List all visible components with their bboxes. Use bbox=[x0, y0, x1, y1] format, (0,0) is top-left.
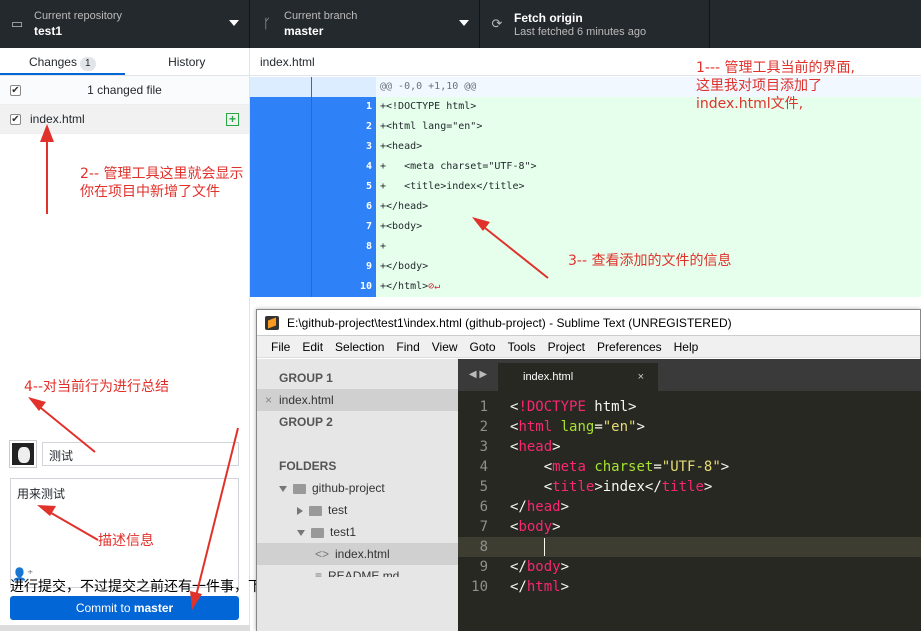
tree-file-readme[interactable]: ≡ README.md bbox=[257, 565, 458, 577]
current-repository-button[interactable]: ▭ Current repository test1 bbox=[0, 0, 250, 48]
group-1-label: GROUP 1 bbox=[279, 371, 333, 385]
sublime-title-bar: E:\github-project\test1\index.html (gith… bbox=[257, 310, 920, 336]
sublime-sidebar: GROUP 1 × index.html GROUP 2 FOLDERS gith… bbox=[257, 359, 458, 631]
editor-tab[interactable]: index.html × bbox=[498, 363, 658, 391]
branch-label: Current branch bbox=[284, 10, 358, 22]
tree-folder-test[interactable]: test bbox=[257, 499, 458, 521]
menu-help[interactable]: Help bbox=[668, 336, 705, 357]
annotation-1: 1--- 管理工具当前的界面, 这里我对项目添加了 index.html文件, bbox=[696, 60, 855, 112]
sidebar-tabs: Changes 1 History bbox=[0, 48, 249, 76]
repo-label: Current repository bbox=[34, 10, 123, 22]
commit-button[interactable]: Commit to master bbox=[10, 596, 239, 620]
tab-changes[interactable]: Changes 1 bbox=[0, 48, 125, 75]
file-checkbox[interactable]: ✔ bbox=[10, 113, 21, 125]
sublime-title: E:\github-project\test1\index.html (gith… bbox=[287, 316, 732, 330]
fetch-title: Fetch origin bbox=[514, 11, 583, 25]
code-file-icon: <> bbox=[315, 547, 330, 561]
editor-tab-label: index.html bbox=[523, 371, 574, 383]
current-branch-button[interactable]: ᚴ Current branch master bbox=[250, 0, 480, 48]
file-added-icon: + bbox=[226, 113, 239, 126]
toolbar: ▭ Current repository test1 ᚴ Current bra… bbox=[0, 0, 921, 48]
tab-changes-label: Changes bbox=[28, 55, 77, 69]
commit-summary: 测试 bbox=[9, 440, 239, 468]
branch-icon: ᚴ bbox=[263, 16, 271, 31]
menu-goto[interactable]: Goto bbox=[464, 336, 502, 357]
open-file-item[interactable]: × index.html bbox=[257, 389, 458, 411]
annotation-5: 描述信息 bbox=[98, 533, 154, 549]
text-file-icon: ≡ bbox=[315, 569, 323, 577]
commit-button-branch: master bbox=[133, 601, 174, 615]
branch-value: master bbox=[284, 24, 324, 38]
group-2-label: GROUP 2 bbox=[279, 415, 333, 429]
folders-label: FOLDERS bbox=[279, 459, 337, 473]
file-name: index.html bbox=[30, 112, 85, 126]
diff-line: 4 + <meta charset="UTF-8"> bbox=[250, 157, 921, 177]
chevron-down-icon bbox=[459, 20, 469, 26]
tab-history-label: History bbox=[168, 55, 206, 69]
code-area[interactable]: 1 <!DOCTYPE html> 2 <html lang="en"> 3 <hea… bbox=[458, 397, 921, 597]
sublime-logo-icon bbox=[265, 316, 279, 330]
folder-icon bbox=[293, 483, 306, 494]
diff-line: 2 +<html lang="en"> bbox=[250, 117, 921, 137]
repo-value: test1 bbox=[34, 24, 63, 38]
sync-icon: ⟳ bbox=[491, 16, 503, 31]
changed-files-summary: 1 changed file bbox=[87, 83, 162, 97]
menu-selection[interactable]: Selection bbox=[329, 336, 390, 357]
chevron-down-icon bbox=[297, 529, 305, 536]
fetch-origin-button[interactable]: ⟳ Fetch origin Last fetched 6 minutes ag… bbox=[480, 0, 710, 48]
diff-line: 10 +</html>⊘↵ bbox=[250, 277, 921, 297]
chevron-right-icon bbox=[297, 506, 303, 515]
diff-line: 7 +<body> bbox=[250, 217, 921, 237]
sublime-editor[interactable]: ◀ ▶ index.html × 1 <!DOCTYPE html> 2 <html… bbox=[458, 359, 921, 631]
menu-find[interactable]: Find bbox=[390, 336, 425, 357]
diff-line: 6 +</head> bbox=[250, 197, 921, 217]
folder-icon bbox=[309, 505, 322, 516]
close-icon[interactable]: × bbox=[638, 363, 644, 391]
commit-summary-input[interactable]: 测试 bbox=[42, 442, 239, 466]
commit-button-prefix: Commit to bbox=[75, 601, 134, 615]
sublime-window: E:\github-project\test1\index.html (gith… bbox=[256, 309, 921, 631]
tree-folder-github-project[interactable]: github-project bbox=[257, 477, 458, 499]
tab-history[interactable]: History bbox=[125, 48, 250, 75]
editor-tab-bar: ◀ ▶ index.html × bbox=[458, 359, 921, 391]
annotation-2: 2-- 管理工具这里就会显示 你在项目中新增了文件 bbox=[80, 166, 244, 200]
menu-preferences[interactable]: Preferences bbox=[591, 336, 668, 357]
text-cursor bbox=[543, 538, 545, 556]
menu-tools[interactable]: Tools bbox=[502, 336, 542, 357]
select-all-checkbox[interactable]: ✔ bbox=[10, 84, 21, 96]
diff-line: 3 +<head> bbox=[250, 137, 921, 157]
menu-project[interactable]: Project bbox=[542, 336, 591, 357]
fetch-subtitle: Last fetched 6 minutes ago bbox=[514, 26, 647, 38]
chevron-down-icon bbox=[279, 485, 287, 492]
changes-count-badge: 1 bbox=[79, 57, 96, 71]
annotation-3: 3-- 查看添加的文件的信息 bbox=[568, 253, 732, 269]
tab-nav-arrows-icon[interactable]: ◀ ▶ bbox=[458, 360, 498, 390]
chevron-down-icon bbox=[229, 20, 239, 26]
menu-view[interactable]: View bbox=[426, 336, 464, 357]
annotation-4: 4--对当前行为进行总结 bbox=[24, 379, 170, 395]
diff-line: 5 + <title>index</title> bbox=[250, 177, 921, 197]
sublime-menu-bar: File Edit Selection Find View Goto Tools… bbox=[257, 336, 920, 358]
divider bbox=[0, 625, 250, 631]
file-list-item[interactable]: ✔ index.html + bbox=[0, 105, 249, 134]
tree-file-index[interactable]: <> index.html bbox=[257, 543, 458, 565]
select-all-row: ✔ 1 changed file bbox=[0, 76, 249, 105]
repo-icon: ▭ bbox=[10, 16, 24, 31]
folder-icon bbox=[311, 527, 324, 538]
menu-edit[interactable]: Edit bbox=[296, 336, 329, 357]
close-icon[interactable]: × bbox=[265, 389, 272, 411]
menu-file[interactable]: File bbox=[265, 336, 296, 357]
no-newline-icon: ⊘↵ bbox=[428, 281, 441, 292]
tree-folder-test1[interactable]: test1 bbox=[257, 521, 458, 543]
avatar bbox=[9, 440, 37, 468]
